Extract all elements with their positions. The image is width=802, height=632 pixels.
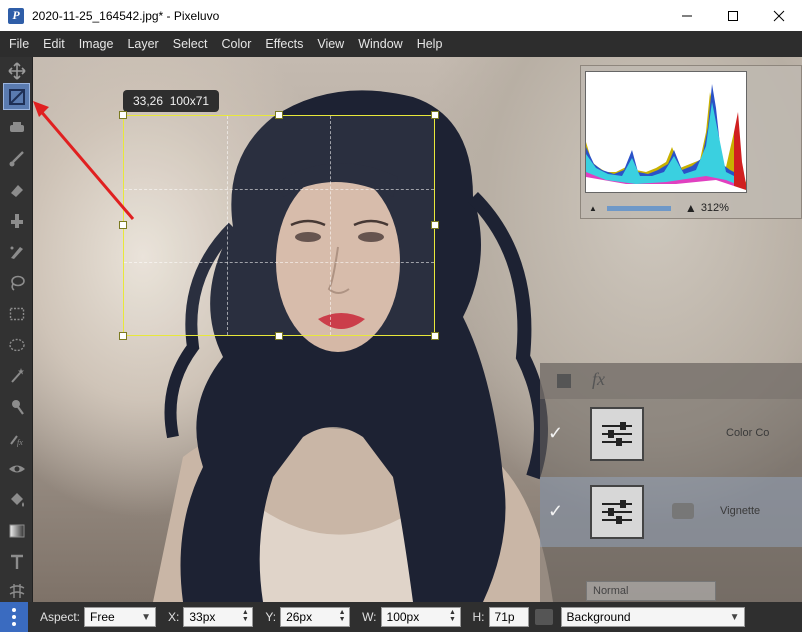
h-label: H: (472, 610, 485, 624)
dodge-tool[interactable] (3, 393, 30, 420)
smudge-icon (10, 246, 23, 259)
text-icon (10, 554, 23, 569)
window-title: 2020-11-25_164542.jpg* - Pixeluvo (32, 8, 220, 23)
magic-wand-tool[interactable] (3, 362, 30, 389)
fill-icon (10, 492, 24, 507)
fx-brush-tool[interactable]: fx (3, 424, 30, 451)
menu-layer[interactable]: Layer (120, 31, 165, 57)
aspect-value: Free (90, 610, 115, 624)
y-value: 26px (286, 610, 313, 624)
spinner-icon[interactable]: ▲ ▼ (337, 609, 347, 625)
minimize-button[interactable] (664, 0, 710, 31)
x-label: X: (168, 610, 180, 624)
spinner-icon[interactable]: ▲ ▼ (240, 609, 250, 625)
lasso-icon (10, 275, 25, 291)
stamp-tool[interactable] (3, 114, 30, 141)
menu-window[interactable]: Window (351, 31, 409, 57)
brush-icon (9, 150, 24, 166)
brush-tool[interactable] (3, 145, 30, 172)
magic-wand-icon (10, 367, 24, 383)
menu-effects[interactable]: Effects (258, 31, 310, 57)
x-input[interactable]: 33px ▲ ▼ (183, 607, 254, 627)
title-bar: P 2020-11-25_164542.jpg* - Pixeluvo (0, 0, 802, 31)
clone-tool[interactable] (3, 207, 30, 234)
layer-select-value: Background (566, 610, 631, 624)
aspect-select[interactable]: Free ▼ (84, 607, 157, 627)
width-input[interactable]: 100px ▲ ▼ (380, 607, 461, 627)
rect-select-icon (9, 307, 24, 320)
x-value: 33px (189, 610, 216, 624)
close-icon (773, 10, 785, 21)
minimize-icon (682, 15, 692, 16)
text-tool[interactable] (3, 548, 30, 575)
crop-tool[interactable] (3, 83, 30, 110)
spinner-icon[interactable]: ▲ ▼ (448, 609, 458, 625)
move-icon (7, 61, 26, 80)
aspect-label: Aspect: (40, 610, 81, 624)
y-input[interactable]: 26px ▲ ▼ (280, 607, 351, 627)
h-value: 71p (494, 610, 515, 624)
dodge-icon (11, 399, 24, 415)
stamp-icon (9, 121, 24, 132)
menu-help[interactable]: Help (410, 31, 450, 57)
rect-select-tool[interactable] (3, 300, 30, 327)
eraser-icon (10, 184, 23, 197)
maximize-icon (728, 10, 738, 21)
menu-view[interactable]: View (310, 31, 351, 57)
eraser-tool[interactable] (3, 176, 30, 203)
ellipse-select-tool[interactable] (3, 331, 30, 358)
menu-file[interactable]: File (2, 31, 36, 57)
layer-select[interactable]: Background ▼ (560, 607, 745, 627)
menu-image[interactable]: Image (72, 31, 121, 57)
y-label: Y: (265, 610, 277, 624)
menu-edit[interactable]: Edit (36, 31, 72, 57)
gradient-tool[interactable] (3, 517, 30, 544)
red-eye-icon (8, 465, 25, 472)
fill-tool[interactable] (3, 486, 30, 513)
warp-tool[interactable] (3, 577, 30, 604)
fx-brush-icon: fx (9, 434, 23, 447)
chevron-down-icon: ▼ (141, 611, 151, 623)
close-button[interactable] (756, 0, 802, 31)
maximize-button[interactable] (710, 0, 756, 31)
lasso-tool[interactable] (3, 269, 30, 296)
tool-options-bar: Aspect: Free ▼ X: 33px ▲ ▼ Y: 26px ▲ ▼ W: … (0, 602, 802, 632)
tool-palette: fx (0, 57, 33, 602)
menu-bar: File Edit Image Layer Select Color Effec… (0, 31, 802, 57)
smudge-tool[interactable] (3, 238, 30, 265)
menu-color[interactable]: Color (214, 31, 258, 57)
chevron-down-icon: ▼ (729, 611, 740, 623)
layer-stack-icon (534, 609, 553, 625)
svg-text:fx: fx (17, 438, 23, 447)
annotation-arrow (33, 101, 135, 220)
move-tool[interactable] (3, 57, 30, 84)
warp-icon (9, 583, 24, 598)
ellipse-select-icon (8, 338, 25, 351)
image-canvas[interactable]: 33,26 100x71 ▲ ▲ 312% fx ✓ Color Co ✓ Vi… (33, 57, 802, 602)
app-window: P 2020-11-25_164542.jpg* - Pixeluvo File… (0, 0, 802, 632)
red-eye-tool[interactable] (3, 455, 30, 482)
w-label: W: (362, 610, 377, 624)
options-menu-button[interactable] (0, 602, 28, 632)
gradient-icon (9, 524, 24, 537)
w-value: 100px (386, 610, 420, 624)
height-input[interactable]: 71p (488, 607, 529, 627)
crop-icon (8, 88, 25, 105)
app-logo-icon: P (8, 7, 24, 24)
menu-select[interactable]: Select (166, 31, 215, 57)
clone-icon (10, 213, 23, 228)
